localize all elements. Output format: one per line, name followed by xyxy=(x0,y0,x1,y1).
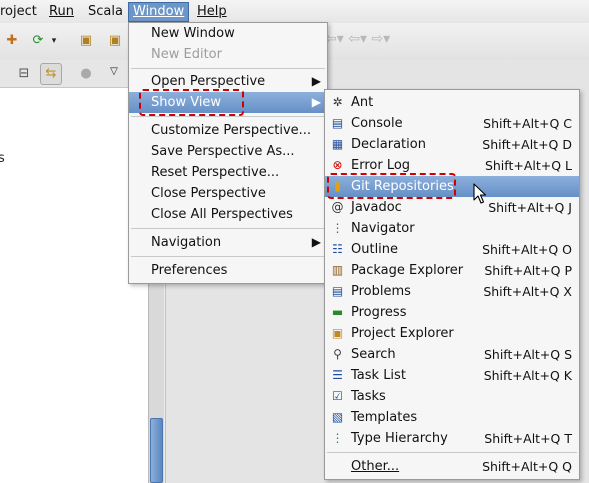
link-with-editor-icon[interactable]: ⇆ xyxy=(40,63,62,85)
run-icon[interactable]: ⟳ xyxy=(30,33,46,49)
view-item-declaration[interactable]: ▦ Declaration Shift+Alt+Q D xyxy=(325,134,579,155)
search-icon: ⚲ xyxy=(333,347,342,361)
menu-item-customize-perspective[interactable]: Customize Perspective... xyxy=(129,120,327,141)
javadoc-icon: @ xyxy=(331,200,344,214)
menu-separator xyxy=(327,452,577,453)
window-menu: New Window New Editor Open Perspective ▶ … xyxy=(128,22,328,284)
git-repositories-callout xyxy=(327,173,456,199)
outline-icon: ☷ xyxy=(332,242,343,256)
menu-item-close-all-perspectives[interactable]: Close All Perspectives xyxy=(129,204,327,225)
submenu-arrow-icon: ▶ xyxy=(311,235,321,249)
submenu-arrow-icon: ▶ xyxy=(311,74,321,88)
view-menu-icon[interactable]: ▽ xyxy=(106,64,122,80)
view-item-problems[interactable]: ▤ Problems Shift+Alt+Q X xyxy=(325,281,579,302)
package-explorer-icon: ▥ xyxy=(331,263,344,277)
declaration-icon: ▦ xyxy=(331,137,344,151)
progress-icon: ▬ xyxy=(331,305,344,319)
templates-icon: ▧ xyxy=(331,410,344,424)
focus-icon[interactable]: ● xyxy=(78,66,94,82)
menu-item-save-perspective-as[interactable]: Save Perspective As... xyxy=(129,141,327,162)
mouse-cursor-icon xyxy=(473,183,487,204)
view-item-other[interactable]: Other... Shift+Alt+Q Q xyxy=(325,456,579,477)
problems-icon: ▤ xyxy=(331,284,344,298)
menu-scala[interactable]: Scala xyxy=(84,2,127,22)
type-hierarchy-icon: ⋮ xyxy=(331,431,344,445)
error-log-icon: ⊗ xyxy=(332,158,343,172)
view-item-type-hierarchy[interactable]: ⋮ Type Hierarchy Shift+Alt+Q T xyxy=(325,428,579,449)
view-item-templates[interactable]: ▧ Templates xyxy=(325,407,579,428)
navigator-icon: ⋮ xyxy=(331,221,344,235)
history-nav-arrows-icon[interactable]: ⇦▾ ⇦▾ ⇨▾ xyxy=(325,31,390,47)
submenu-arrow-icon: ▶ xyxy=(311,95,321,109)
menubar: roject Run Scala Window Help xyxy=(0,0,589,23)
tree-item-fragment: s xyxy=(0,151,5,166)
view-item-tasks[interactable]: ☑ Tasks xyxy=(325,386,579,407)
view-item-search[interactable]: ⚲ Search Shift+Alt+Q S xyxy=(325,344,579,365)
menu-separator xyxy=(131,116,325,117)
menu-item-new-editor: New Editor xyxy=(151,47,222,62)
tasks-icon: ☑ xyxy=(332,389,343,403)
menu-separator xyxy=(131,228,325,229)
view-item-javadoc[interactable]: @ Javadoc Shift+Alt+Q J xyxy=(325,197,579,218)
console-icon: ▤ xyxy=(331,116,344,130)
scrollbar-thumb[interactable] xyxy=(150,418,163,483)
menu-help[interactable]: Help xyxy=(193,2,231,22)
view-item-progress[interactable]: ▬ Progress xyxy=(325,302,579,323)
menu-item-navigation[interactable]: Navigation ▶ xyxy=(129,232,327,253)
view-item-console[interactable]: ▤ Console Shift+Alt+Q C xyxy=(325,113,579,134)
view-item-navigator[interactable]: ⋮ Navigator xyxy=(325,218,579,239)
collapse-all-icon[interactable]: ⊟ xyxy=(16,66,32,82)
menu-separator xyxy=(131,68,325,69)
ant-icon: ✲ xyxy=(332,95,343,109)
open-folder-icon[interactable]: ▣ xyxy=(78,33,94,49)
view-item-package-explorer[interactable]: ▥ Package Explorer Shift+Alt+Q P xyxy=(325,260,579,281)
view-item-outline[interactable]: ☷ Outline Shift+Alt+Q O xyxy=(325,239,579,260)
chevron-down-icon[interactable]: ▾ xyxy=(46,33,62,49)
view-item-project-explorer[interactable]: ▣ Project Explorer xyxy=(325,323,579,344)
menu-run[interactable]: Run xyxy=(45,2,78,22)
project-explorer-icon: ▣ xyxy=(331,326,344,340)
open-type-icon[interactable]: ▣ xyxy=(107,33,123,49)
menu-item-reset-perspective[interactable]: Reset Perspective... xyxy=(129,162,327,183)
show-view-callout xyxy=(139,89,244,116)
new-java-class-icon[interactable]: ✚ xyxy=(4,33,20,49)
view-item-ant[interactable]: ✲ Ant xyxy=(325,92,579,113)
menu-separator xyxy=(131,256,325,257)
view-item-task-list[interactable]: ☰ Task List Shift+Alt+Q K xyxy=(325,365,579,386)
menu-item-new-window[interactable]: New Window xyxy=(129,23,327,44)
menu-item-close-perspective[interactable]: Close Perspective xyxy=(129,183,327,204)
menu-window[interactable]: Window xyxy=(128,2,190,22)
task-list-icon: ☰ xyxy=(332,368,343,382)
menu-item-preferences[interactable]: Preferences xyxy=(129,260,327,281)
menu-project[interactable]: roject xyxy=(0,2,41,22)
show-view-submenu: ✲ Ant ▤ Console Shift+Alt+Q C ▦ Declarat… xyxy=(324,89,580,480)
